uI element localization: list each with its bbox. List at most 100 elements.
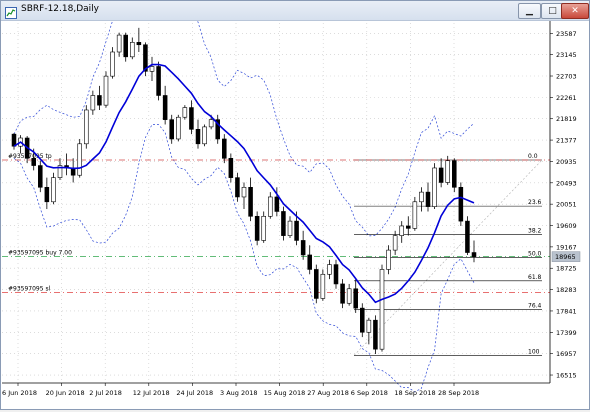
y-tick-label: 21819 bbox=[556, 115, 577, 123]
maximize-icon: □ bbox=[548, 6, 557, 16]
tp-order-label: #93597095 tp bbox=[8, 153, 52, 160]
minimize-button[interactable]: ▁ bbox=[518, 3, 541, 19]
candle-body bbox=[136, 42, 142, 46]
candle-body bbox=[392, 235, 398, 251]
candle-body bbox=[452, 160, 457, 188]
x-tick-label: 28 Sep 2018 bbox=[438, 389, 479, 397]
candle-body bbox=[445, 160, 450, 183]
candle-body bbox=[314, 269, 319, 299]
fib-level-label: 76.4 bbox=[528, 302, 542, 309]
y-tick-label: 23587 bbox=[556, 30, 577, 38]
close-button[interactable]: ✕ bbox=[561, 3, 589, 19]
candle-body bbox=[320, 273, 326, 299]
candle-body bbox=[248, 186, 253, 217]
candle-body bbox=[176, 116, 181, 140]
candle-body bbox=[130, 42, 135, 58]
candle-body bbox=[458, 186, 464, 222]
candle-body bbox=[465, 220, 470, 253]
candle-body bbox=[123, 34, 128, 58]
chart-window: SBRF-12.18,Daily ▁ □ ✕ 0.0 23.6 38.2 50.0 61… bbox=[0, 0, 590, 410]
title-bar[interactable]: SBRF-12.18,Daily ▁ □ ✕ bbox=[1, 1, 589, 21]
candle-body bbox=[399, 225, 404, 236]
y-tick-label: 22703 bbox=[556, 73, 577, 81]
candle-body bbox=[340, 283, 345, 304]
candle-body bbox=[406, 225, 411, 229]
candle-body bbox=[228, 158, 234, 178]
y-tick-label: 18283 bbox=[556, 286, 577, 294]
candle-body bbox=[438, 167, 444, 183]
x-tick-label: 6 Jun 2018 bbox=[2, 389, 37, 397]
buy-order-label: #93597095 buy 7.00 bbox=[8, 250, 72, 257]
candle-body bbox=[162, 95, 168, 120]
chart-canvas[interactable]: 0.023.638.250.061.876.4100 #93597095 tp#… bbox=[2, 0, 588, 408]
candle-body bbox=[202, 126, 207, 145]
candle-body bbox=[419, 191, 424, 203]
candle-body bbox=[268, 196, 273, 217]
y-tick-label: 20051 bbox=[556, 201, 577, 209]
candle-body bbox=[169, 119, 174, 140]
y-tick-label: 17841 bbox=[556, 307, 577, 315]
window-title: SBRF-12.18,Daily bbox=[21, 4, 99, 14]
y-tick-label: 22261 bbox=[556, 94, 577, 102]
candle-body bbox=[307, 254, 312, 270]
candle-body bbox=[84, 109, 89, 145]
candle-body bbox=[353, 288, 358, 309]
candle-body bbox=[90, 95, 96, 111]
x-tick-label: 24 Jul 2018 bbox=[176, 389, 213, 397]
x-tick-label: 18 Sep 2018 bbox=[394, 389, 435, 397]
candle-body bbox=[386, 249, 391, 270]
candle-body bbox=[366, 319, 372, 333]
fib-level-label: 61.8 bbox=[528, 274, 542, 281]
candle-body bbox=[44, 186, 50, 203]
price-chart[interactable]: 0.0 23.6 38.2 50.0 61.8 76.4 100 #93597095 tp #… bbox=[2, 0, 588, 408]
candle-body bbox=[360, 307, 365, 333]
candle-body bbox=[327, 264, 332, 275]
y-tick-label: 20493 bbox=[556, 179, 577, 187]
candle-body bbox=[346, 288, 352, 304]
candle-body bbox=[189, 107, 194, 130]
candle-body bbox=[149, 66, 155, 72]
candle-body bbox=[333, 264, 339, 285]
fib-level-label: 0.0 bbox=[528, 153, 538, 160]
candle-body bbox=[281, 211, 286, 236]
y-tick-label: 20935 bbox=[556, 158, 577, 166]
minimize-icon: ▁ bbox=[526, 6, 533, 16]
y-tick-label: 21377 bbox=[556, 137, 577, 145]
candle-body bbox=[97, 95, 102, 106]
candle-body bbox=[412, 201, 418, 229]
close-icon: ✕ bbox=[571, 6, 579, 16]
candle-body bbox=[103, 75, 109, 106]
candle-body bbox=[31, 158, 36, 166]
candle-body bbox=[77, 143, 82, 176]
x-tick-label: 2 Jul 2018 bbox=[89, 389, 122, 397]
candle-body bbox=[425, 191, 431, 207]
fib-level-label: 23.6 bbox=[528, 199, 542, 206]
y-tick-label: 18725 bbox=[556, 265, 577, 273]
fib-level-label: 100 bbox=[528, 348, 540, 355]
fib-level-label: 38.2 bbox=[528, 228, 542, 235]
candle-body bbox=[208, 119, 214, 128]
candle-body bbox=[51, 177, 56, 203]
candle-body bbox=[274, 196, 280, 212]
candle-body bbox=[373, 319, 378, 350]
sl-order-label: #93597095 sl bbox=[8, 286, 51, 293]
candle-body bbox=[287, 220, 293, 236]
candle-body bbox=[379, 269, 385, 350]
candle-body bbox=[182, 107, 188, 118]
candle-body bbox=[235, 177, 240, 198]
y-tick-label: 16515 bbox=[556, 372, 577, 380]
candle-body bbox=[294, 220, 299, 241]
candle-body bbox=[241, 186, 247, 198]
y-tick-label: 19609 bbox=[556, 222, 577, 230]
candle-body bbox=[222, 138, 227, 159]
x-tick-label: 20 Jun 2018 bbox=[46, 389, 85, 397]
y-tick-label: 19167 bbox=[556, 243, 577, 251]
candle-body bbox=[300, 240, 306, 256]
candle-body bbox=[432, 167, 437, 207]
candle-body bbox=[38, 165, 43, 188]
x-tick-label: 27 Aug 2018 bbox=[307, 389, 349, 397]
current-price-label: 18965 bbox=[555, 253, 576, 261]
candle-body bbox=[110, 51, 115, 77]
candle-body bbox=[261, 215, 266, 241]
y-tick-label: 16957 bbox=[556, 350, 577, 358]
